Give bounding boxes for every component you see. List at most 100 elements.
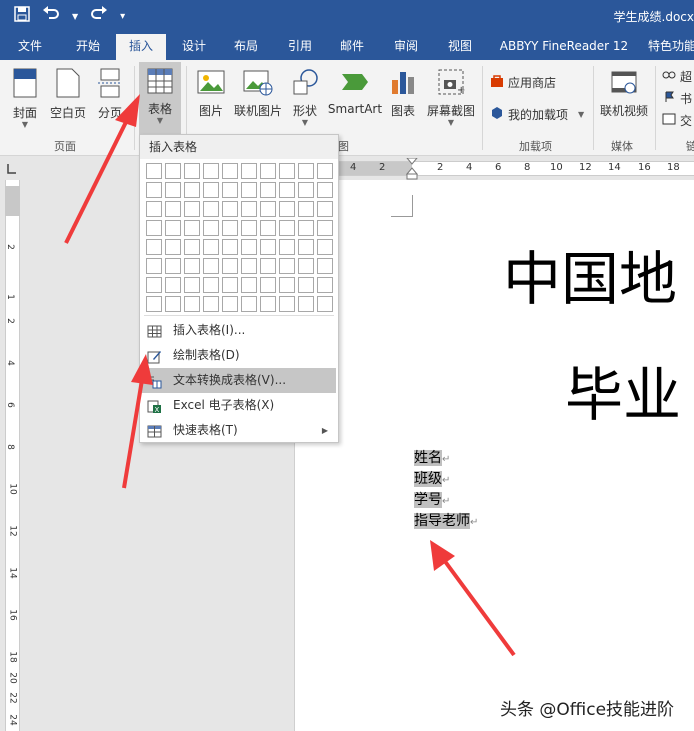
table-grid-cell[interactable]: [260, 258, 276, 274]
table-grid-cell[interactable]: [203, 258, 219, 274]
table-grid-cell[interactable]: [260, 182, 276, 198]
table-grid-cell[interactable]: [279, 296, 295, 312]
screenshot-button[interactable]: + 屏幕截图 ▼: [424, 68, 478, 127]
table-grid-cell[interactable]: [222, 296, 238, 312]
table-grid-cell[interactable]: [165, 182, 181, 198]
table-grid-cell[interactable]: [279, 182, 295, 198]
table-grid-cell[interactable]: [203, 220, 219, 236]
table-grid-cell[interactable]: [260, 239, 276, 255]
table-grid-cell[interactable]: [241, 201, 257, 217]
table-grid-cell[interactable]: [260, 220, 276, 236]
table-grid-cell[interactable]: [146, 182, 162, 198]
table-grid-cell[interactable]: [146, 277, 162, 293]
table-grid-cell[interactable]: [203, 182, 219, 198]
document-page[interactable]: 中国地 毕业 姓名↵ 班级↵ 学号↵ 指导老师↵: [294, 180, 694, 731]
table-grid-cell[interactable]: [317, 163, 333, 179]
table-grid-cell[interactable]: [146, 201, 162, 217]
table-grid-cell[interactable]: [146, 163, 162, 179]
table-grid-cell[interactable]: [222, 258, 238, 274]
tab-home[interactable]: 开始: [64, 34, 112, 60]
menu-item-quick-tables[interactable]: 快速表格(T) ▶: [142, 418, 336, 443]
table-grid-cell[interactable]: [298, 296, 314, 312]
table-grid-cell[interactable]: [146, 258, 162, 274]
table-grid-cell[interactable]: [298, 258, 314, 274]
shapes-button[interactable]: 形状 ▼: [288, 68, 322, 127]
table-grid-cell[interactable]: [146, 296, 162, 312]
table-grid-cell[interactable]: [317, 220, 333, 236]
table-grid-cell[interactable]: [203, 277, 219, 293]
table-grid-cell[interactable]: [165, 258, 181, 274]
tab-view[interactable]: 视图: [438, 34, 482, 60]
picture-button[interactable]: 图片: [194, 68, 228, 119]
smartart-button[interactable]: SmartArt: [327, 68, 383, 116]
table-grid-cell[interactable]: [241, 220, 257, 236]
table-grid-cell[interactable]: [298, 163, 314, 179]
table-grid-cell[interactable]: [317, 296, 333, 312]
indent-marker-icon[interactable]: [406, 158, 418, 180]
table-grid-cell[interactable]: [184, 201, 200, 217]
chart-button[interactable]: 图表: [388, 68, 418, 119]
table-grid-cell[interactable]: [317, 201, 333, 217]
table-grid-cell[interactable]: [317, 239, 333, 255]
table-grid-cell[interactable]: [298, 277, 314, 293]
table-grid-cell[interactable]: [260, 277, 276, 293]
table-size-grid[interactable]: [146, 163, 333, 312]
table-grid-cell[interactable]: [279, 220, 295, 236]
table-grid-cell[interactable]: [279, 277, 295, 293]
menu-item-text-to-table[interactable]: 文本转换成表格(V)...: [142, 368, 336, 393]
table-grid-cell[interactable]: [222, 182, 238, 198]
table-grid-cell[interactable]: [222, 220, 238, 236]
table-grid-cell[interactable]: [241, 239, 257, 255]
table-grid-cell[interactable]: [241, 258, 257, 274]
table-grid-cell[interactable]: [241, 277, 257, 293]
menu-item-draw-table[interactable]: 绘制表格(D): [142, 343, 336, 368]
table-grid-cell[interactable]: [146, 239, 162, 255]
table-grid-cell[interactable]: [165, 296, 181, 312]
vertical-ruler[interactable]: 2 1 2 4 6 8 10 12 14 16 18 20 22 24: [0, 180, 22, 731]
online-video-button[interactable]: 联机视频: [598, 68, 650, 119]
table-grid-cell[interactable]: [184, 239, 200, 255]
table-grid-cell[interactable]: [222, 277, 238, 293]
table-grid-cell[interactable]: [279, 258, 295, 274]
table-grid-cell[interactable]: [203, 201, 219, 217]
tab-selector[interactable]: [4, 162, 18, 176]
menu-item-insert-table[interactable]: 插入表格(I)...: [142, 318, 336, 343]
table-grid-cell[interactable]: [260, 163, 276, 179]
table-grid-cell[interactable]: [298, 201, 314, 217]
table-grid-cell[interactable]: [317, 258, 333, 274]
tab-abbyy[interactable]: ABBYY FineReader 12: [494, 34, 634, 60]
table-grid-cell[interactable]: [165, 201, 181, 217]
table-grid-cell[interactable]: [165, 220, 181, 236]
horizontal-ruler[interactable]: 4 2 2 4 6 8 10 12 14 16 18: [294, 158, 694, 180]
tab-file[interactable]: 文件: [8, 34, 52, 60]
cover-button[interactable]: 封面 ▼: [8, 68, 42, 129]
table-grid-cell[interactable]: [222, 201, 238, 217]
table-grid-cell[interactable]: [203, 239, 219, 255]
bookmark-button[interactable]: 书: [662, 90, 692, 107]
tab-special[interactable]: 特色功能: [648, 34, 694, 60]
tab-insert[interactable]: 插入: [116, 34, 166, 60]
app-store-button[interactable]: 应用商店: [490, 74, 556, 91]
table-grid-cell[interactable]: [222, 163, 238, 179]
table-grid-cell[interactable]: [279, 163, 295, 179]
tab-mailings[interactable]: 邮件: [330, 34, 374, 60]
tab-layout[interactable]: 布局: [226, 34, 266, 60]
table-grid-cell[interactable]: [279, 239, 295, 255]
table-grid-cell[interactable]: [298, 239, 314, 255]
selected-text-block[interactable]: 姓名↵ 班级↵ 学号↵ 指导老师↵: [414, 448, 478, 532]
table-grid-cell[interactable]: [222, 239, 238, 255]
table-grid-cell[interactable]: [317, 277, 333, 293]
table-grid-cell[interactable]: [298, 220, 314, 236]
table-grid-cell[interactable]: [241, 163, 257, 179]
table-grid-cell[interactable]: [184, 163, 200, 179]
table-grid-cell[interactable]: [317, 182, 333, 198]
table-grid-cell[interactable]: [184, 258, 200, 274]
table-grid-cell[interactable]: [184, 220, 200, 236]
table-button[interactable]: 表格 ▼: [139, 62, 181, 134]
online-picture-button[interactable]: 联机图片: [232, 68, 284, 119]
customize-icon[interactable]: ▾: [120, 7, 125, 27]
undo-dropdown-icon[interactable]: ▼: [72, 7, 78, 27]
table-grid-cell[interactable]: [298, 182, 314, 198]
table-grid-cell[interactable]: [241, 296, 257, 312]
tab-design[interactable]: 设计: [172, 34, 216, 60]
